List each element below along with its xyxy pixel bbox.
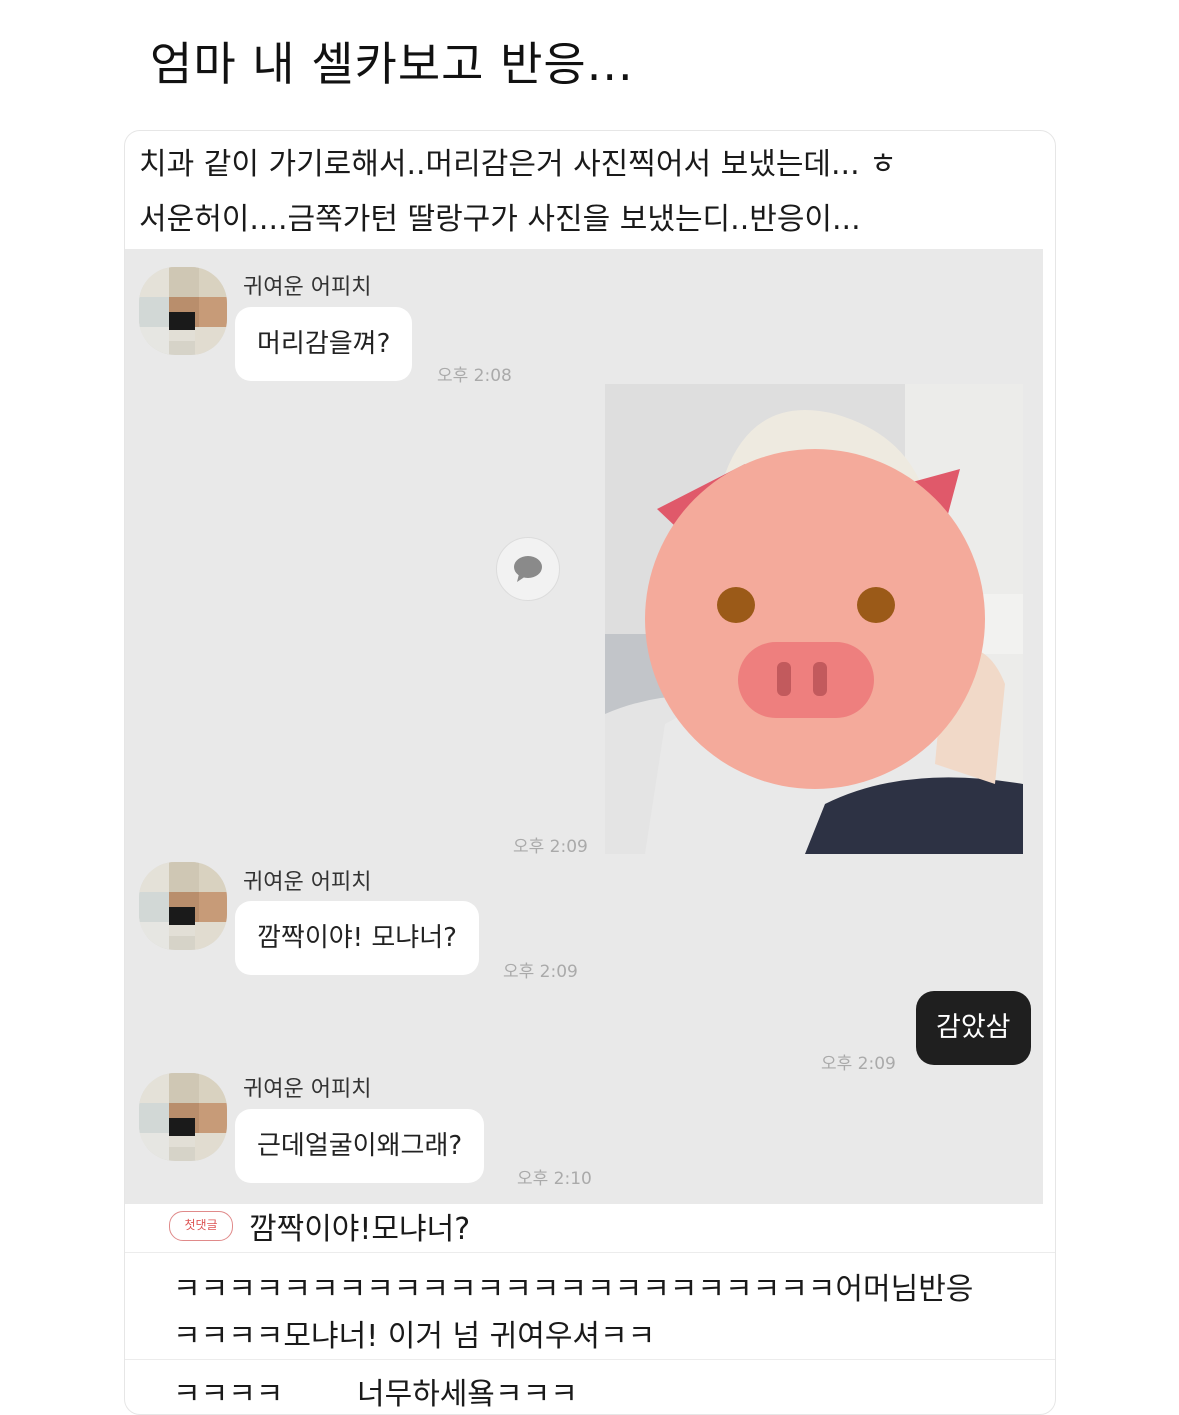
sender-avatar[interactable] xyxy=(139,862,227,950)
message-time: 오후 2:09 xyxy=(503,962,578,982)
share-button[interactable] xyxy=(496,537,560,601)
chat-screenshot: 귀여운 어피치 머리감을껴? 오후 2:08 오후 2:09 귀여운 어피치 깜… xyxy=(125,249,1043,1204)
incoming-message[interactable]: 머리감을껴? xyxy=(235,307,413,381)
incoming-message[interactable]: 깜짝이야! 모냐너? xyxy=(235,901,479,975)
post-card: 치과 같이 가기로해서..머리감은거 사진찍어서 보냈는데... ㅎ 서운허이.… xyxy=(124,130,1056,1415)
message-time: 오후 2:09 xyxy=(821,1054,896,1074)
message-time: 오후 2:08 xyxy=(437,366,512,386)
page-title: 엄마 내 셀카보고 반응... xyxy=(150,37,634,91)
photo-scene xyxy=(605,384,1023,854)
sender-avatar[interactable] xyxy=(139,267,227,355)
caption-line-2: 서운허이....금쪽가턴 딸랑구가 사진을 보냈는디..반응이... xyxy=(139,202,861,237)
sender-name: 귀여운 어피치 xyxy=(243,1077,372,1102)
caption-line-1: 치과 같이 가기로해서..머리감은거 사진찍어서 보냈는데... ㅎ xyxy=(139,147,897,182)
comment-divider xyxy=(125,1252,1055,1253)
comment-text: 너무하세욬ㅋㅋㅋ xyxy=(357,1377,578,1412)
message-time: 오후 2:10 xyxy=(517,1169,592,1189)
sender-avatar[interactable] xyxy=(139,1073,227,1161)
comment-text: ㅋㅋㅋㅋ모냐너! 이거 넘 귀여우셔ㅋㅋ xyxy=(173,1319,656,1354)
comment-text: 깜짝이야!모냐너? xyxy=(249,1212,471,1247)
incoming-message[interactable]: 근데얼굴이왜그래? xyxy=(235,1109,485,1183)
outgoing-message[interactable]: 감았삼 xyxy=(916,991,1031,1065)
pig-face-sticker xyxy=(645,449,985,789)
comment-divider xyxy=(125,1359,1055,1360)
comment-text: ㅋㅋㅋㅋㅋㅋㅋㅋㅋㅋㅋㅋㅋㅋㅋㅋㅋㅋㅋㅋㅋㅋㅋㅋ어머님반응 xyxy=(173,1272,974,1307)
post-caption: 치과 같이 가기로해서..머리감은거 사진찍어서 보냈는데... ㅎ 서운허이.… xyxy=(139,137,1054,247)
sender-name: 귀여운 어피치 xyxy=(243,870,372,895)
sent-photo[interactable] xyxy=(605,384,1023,854)
sender-name: 귀여운 어피치 xyxy=(243,275,372,300)
comment-text: ㅋㅋㅋㅋ xyxy=(173,1377,284,1412)
message-time: 오후 2:09 xyxy=(513,837,588,857)
speech-bubble-icon xyxy=(514,556,542,582)
first-comment-badge: 첫댓글 xyxy=(169,1211,233,1241)
